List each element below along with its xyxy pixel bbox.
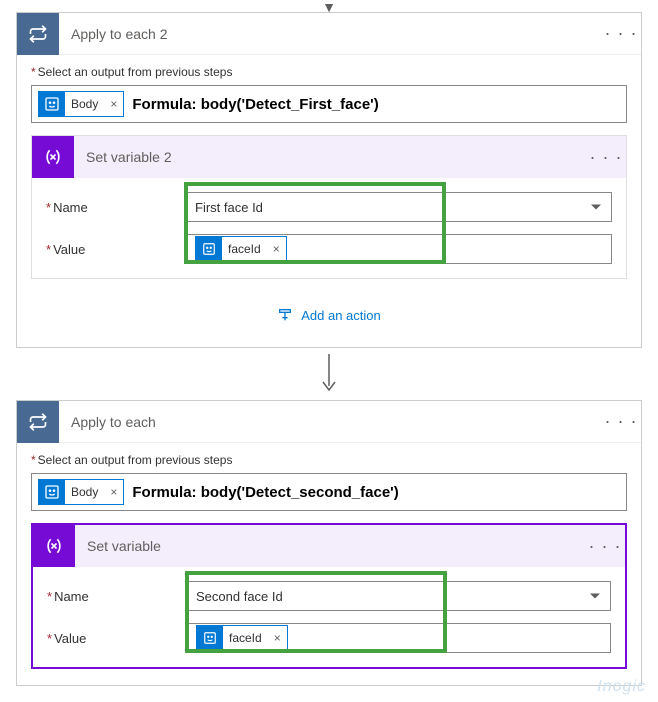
add-action-button[interactable]: Add an action [31, 279, 627, 331]
card-body: *Select an output from previous steps Bo… [17, 55, 641, 347]
token-label: faceId [222, 242, 267, 256]
name-label: Name [53, 200, 88, 215]
face-api-icon [39, 479, 65, 505]
nested-title: Set variable 2 [74, 149, 586, 165]
name-dropdown[interactable]: First face Id [186, 192, 612, 222]
more-menu-button[interactable]: · · · [585, 536, 625, 557]
card-header[interactable]: Apply to each 2 · · · [17, 13, 641, 55]
loop-icon [17, 13, 59, 55]
faceid-token[interactable]: faceId × [196, 625, 288, 651]
face-api-icon [197, 625, 223, 651]
name-row: *Name First face Id [32, 186, 626, 228]
name-row: *Name Second face Id [33, 575, 625, 617]
variable-icon [33, 525, 75, 567]
nested-header[interactable]: Set variable · · · [33, 525, 625, 567]
value-input[interactable]: faceId × [186, 234, 612, 264]
add-action-label: Add an action [301, 308, 381, 323]
value-row: *Value faceId × [32, 228, 626, 270]
faceid-token[interactable]: faceId × [195, 236, 287, 262]
apply-to-each-2-card: Apply to each 2 · · · *Select an output … [16, 12, 642, 348]
remove-token-button[interactable]: × [268, 631, 287, 645]
remove-token-button[interactable]: × [104, 485, 123, 499]
value-label: Value [53, 242, 85, 257]
remove-token-button[interactable]: × [267, 242, 286, 256]
more-menu-button[interactable]: · · · [586, 147, 626, 168]
value-row: *Value faceId × [33, 617, 625, 659]
formula-annotation: Formula: body('Detect_First_face') [132, 96, 378, 113]
name-label: Name [54, 589, 89, 604]
fields-wrap: *Name Second face Id *Value faceId × [33, 567, 625, 667]
card-title: Apply to each 2 [59, 26, 601, 42]
body-token[interactable]: Body × [38, 479, 124, 505]
set-variable-card: Set variable · · · *Name Second face Id … [31, 523, 627, 669]
select-output-label: *Select an output from previous steps [31, 453, 627, 467]
select-output-label: *Select an output from previous steps [31, 65, 627, 79]
face-api-icon [196, 236, 222, 262]
card-body: *Select an output from previous steps Bo… [17, 443, 641, 685]
watermark: Inogic [597, 678, 646, 696]
token-label: Body [65, 485, 104, 499]
loop-icon [17, 401, 59, 443]
output-input[interactable]: Body × Formula: body('Detect_second_face… [31, 473, 627, 511]
face-api-icon [39, 91, 65, 117]
nested-title: Set variable [75, 538, 585, 554]
connector-arrow [0, 352, 658, 400]
fields-wrap: *Name First face Id *Value faceId × [32, 178, 626, 278]
name-dropdown[interactable]: Second face Id [187, 581, 611, 611]
token-label: faceId [223, 631, 268, 645]
apply-to-each-card: Apply to each · · · *Select an output fr… [16, 400, 642, 686]
nested-header[interactable]: Set variable 2 · · · [32, 136, 626, 178]
set-variable-2-card: Set variable 2 · · · *Name First face Id… [31, 135, 627, 279]
value-label: Value [54, 631, 86, 646]
variable-icon [32, 136, 74, 178]
more-menu-button[interactable]: · · · [601, 23, 641, 44]
more-menu-button[interactable]: · · · [601, 411, 641, 432]
card-title: Apply to each [59, 414, 601, 430]
remove-token-button[interactable]: × [104, 97, 123, 111]
formula-annotation: Formula: body('Detect_second_face') [132, 484, 398, 501]
card-header[interactable]: Apply to each · · · [17, 401, 641, 443]
output-input[interactable]: Body × Formula: body('Detect_First_face'… [31, 85, 627, 123]
value-input[interactable]: faceId × [187, 623, 611, 653]
body-token[interactable]: Body × [38, 91, 124, 117]
add-action-icon [277, 307, 293, 323]
token-label: Body [65, 97, 104, 111]
